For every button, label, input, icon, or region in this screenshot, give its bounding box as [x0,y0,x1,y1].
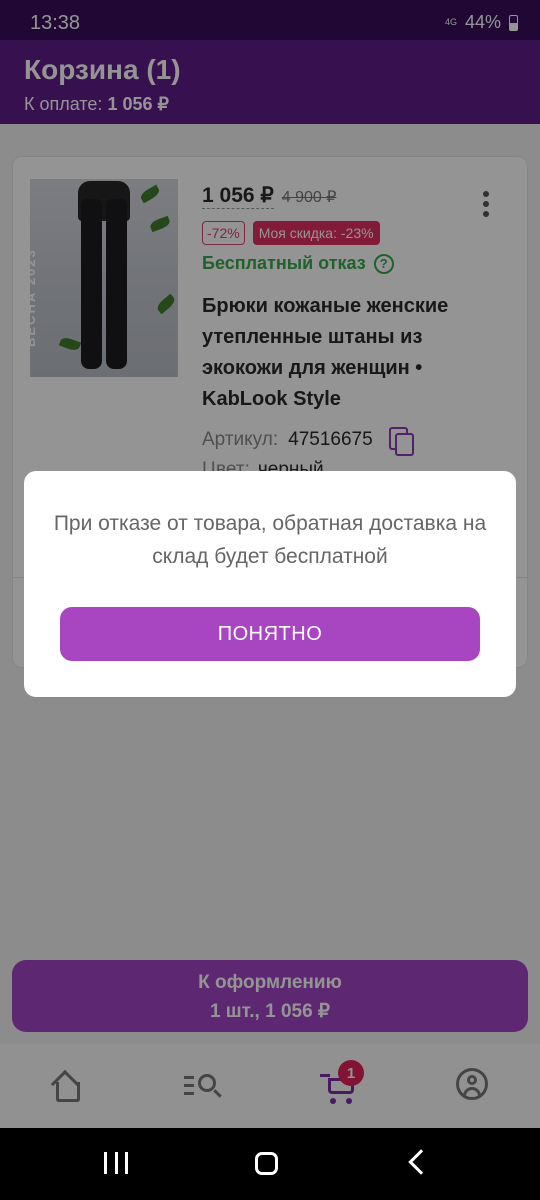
system-nav-bar [0,1128,540,1200]
info-dialog: При отказе от товара, обратная доставка … [24,471,516,697]
recents-icon[interactable] [104,1152,128,1174]
system-home-icon[interactable] [255,1152,278,1175]
dialog-message: При отказе от товара, обратная доставка … [53,512,487,568]
ok-button[interactable]: ПОНЯТНО [60,607,480,661]
back-icon[interactable] [408,1149,434,1175]
